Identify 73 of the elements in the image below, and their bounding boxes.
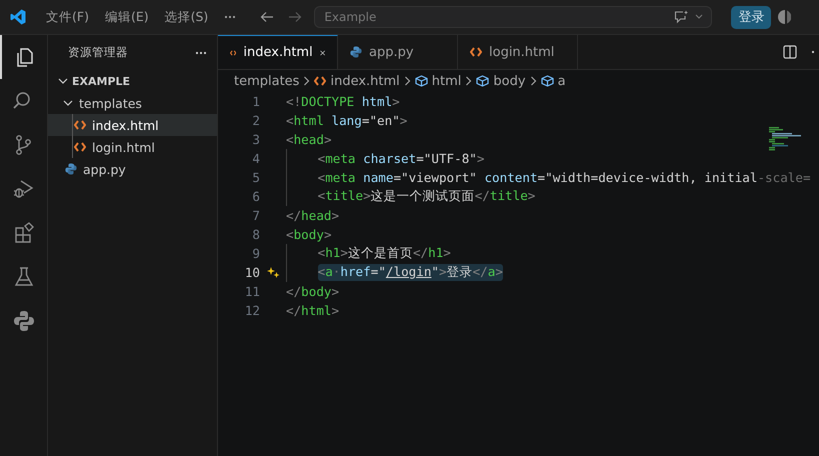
tree-item[interactable]: app.py: [48, 158, 217, 180]
menu-item[interactable]: 编辑(E): [96, 6, 157, 28]
breadcrumb-item[interactable]: a: [558, 74, 566, 88]
chevron-down-icon[interactable]: [58, 76, 68, 86]
minimap-drawing: [769, 127, 801, 151]
tree-item[interactable]: EXAMPLE: [48, 70, 217, 92]
code-brackets-icon: [314, 76, 326, 86]
python-logo-icon: [65, 163, 77, 175]
chat-sparkle-icon[interactable]: [673, 10, 690, 24]
tree-item[interactable]: login.html: [48, 136, 217, 158]
chevron-icon: [465, 76, 472, 86]
editor-tab[interactable]: login.html: [458, 35, 578, 69]
line-number: 9: [251, 246, 260, 261]
code-brackets-icon: [470, 47, 482, 57]
menu-item[interactable]: 文件(F): [38, 6, 97, 28]
line-number: 1: [251, 94, 260, 109]
editor-tab[interactable]: index.html: [218, 35, 338, 69]
code-line: </body>: [286, 284, 340, 299]
code-brackets-icon: [74, 120, 86, 130]
code-line: <h1>这个是首页</h1>: [318, 245, 451, 262]
cube-icon: [476, 75, 490, 87]
chevron-icon: [530, 76, 537, 86]
chevron-down-icon[interactable]: [63, 98, 73, 108]
sparkle-icon[interactable]: [266, 266, 280, 278]
close-icon[interactable]: [320, 48, 325, 58]
extensions-icon[interactable]: [12, 222, 34, 244]
line-number: 12: [244, 303, 260, 318]
code-line: </html>: [286, 303, 340, 318]
line-number: 10: [244, 265, 260, 280]
breadcrumb-item[interactable]: body: [493, 74, 526, 88]
python-logo-icon: [350, 46, 362, 58]
line-number: 3: [251, 132, 260, 147]
code-line: <title>这是一个测试页面</title>: [318, 188, 536, 205]
app-logo-icon: [10, 9, 26, 25]
forward-arrow-icon[interactable]: [288, 11, 302, 23]
menu-item[interactable]: 选择(S): [156, 6, 216, 28]
breadcrumb-item[interactable]: html: [432, 74, 462, 88]
breadcrumb-item[interactable]: index.html: [330, 74, 400, 88]
line-number: 4: [251, 151, 260, 166]
cube-icon: [540, 75, 554, 87]
code-line: </head>: [286, 208, 340, 223]
tree-item[interactable]: index.html: [48, 114, 217, 136]
breadcrumb-item[interactable]: templates: [234, 74, 300, 88]
cube-icon: [414, 75, 428, 87]
line-number: 7: [251, 208, 260, 223]
line-number: 11: [244, 284, 260, 299]
code-line: <meta charset="UTF-8">: [318, 151, 484, 166]
python-icon[interactable]: [12, 310, 34, 332]
split-editor-icon[interactable]: [783, 45, 797, 59]
code-line: <html lang="en">: [286, 113, 408, 128]
chevron-icon: [404, 76, 411, 86]
account-circle-icon[interactable]: [777, 9, 792, 25]
back-arrow-icon[interactable]: [260, 11, 274, 23]
testing-icon[interactable]: [12, 266, 34, 288]
editor-tab[interactable]: app.py: [338, 35, 458, 69]
more-icon[interactable]: [811, 50, 815, 54]
code-line: <body>: [286, 227, 332, 242]
line-number: 6: [251, 189, 260, 204]
more-icon[interactable]: [195, 50, 207, 54]
line-number: 2: [251, 113, 260, 128]
code-line: <head>: [286, 132, 332, 147]
tree-item[interactable]: templates: [48, 92, 217, 114]
more-icon[interactable]: [224, 15, 236, 19]
line-number: 8: [251, 227, 260, 242]
login-button[interactable]: 登录: [731, 6, 772, 28]
code-line: <!DOCTYPE html>: [286, 94, 400, 109]
line-number: 5: [251, 170, 260, 185]
code-brackets-icon: [230, 48, 236, 58]
sidebar-title: 资源管理器: [68, 45, 128, 60]
chevron-icon: [303, 76, 310, 86]
code-line: <meta name="viewport" content="width=device-width, initial-scale=: [318, 170, 811, 185]
code-brackets-icon: [74, 142, 86, 152]
run-debug-icon[interactable]: [12, 178, 34, 200]
